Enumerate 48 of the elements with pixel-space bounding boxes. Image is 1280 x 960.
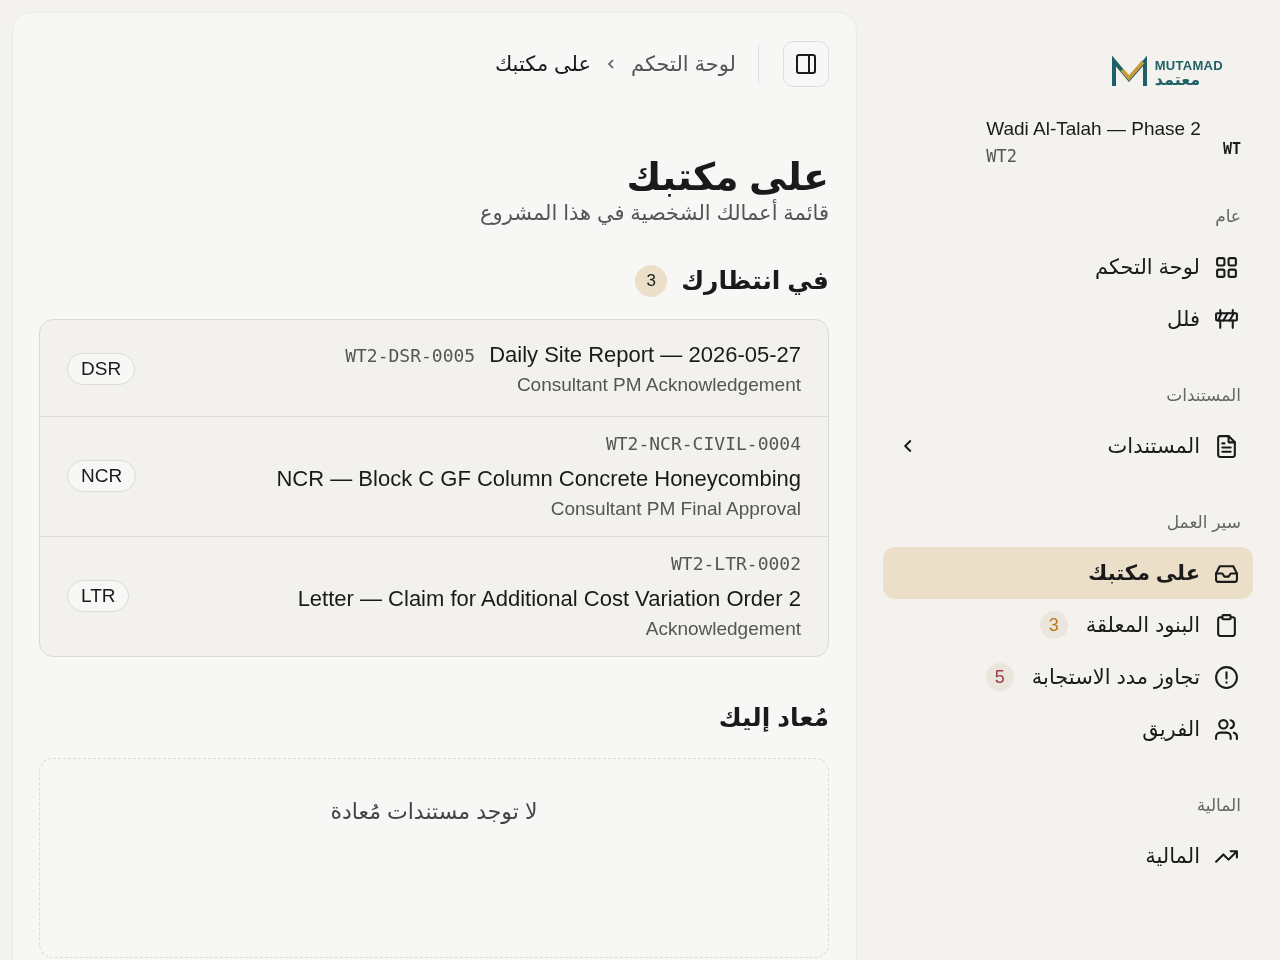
project-name[interactable]: Wadi Al-Talah — Phase 2 bbox=[986, 118, 1201, 140]
empty-state-title: لا توجد مستندات مُعادة bbox=[330, 798, 538, 826]
nav-item[interactable]: فلل bbox=[883, 293, 1253, 345]
nav-item[interactable]: المالية bbox=[883, 830, 1253, 882]
nav-section-heading: المالية bbox=[1195, 795, 1242, 816]
barrier-icon bbox=[1214, 306, 1239, 332]
task-row[interactable]: WT2-DSR-0005 Daily Site Report — 2026-05-27 Consultant PM Acknowledgement DSR bbox=[40, 319, 828, 416]
document-icon bbox=[1214, 433, 1239, 459]
nav-item[interactable]: على مكتبك bbox=[883, 547, 1253, 599]
sidebar-panel-icon bbox=[794, 52, 818, 76]
task-title: NCR — Block C GF Column Concrete Honeycombing bbox=[276, 465, 801, 492]
breadcrumb-item: على مكتبك bbox=[494, 52, 591, 76]
grid-icon bbox=[1214, 254, 1239, 280]
nav-section-heading: سير العمل bbox=[1165, 512, 1242, 533]
nav-section-heading: المستندات bbox=[1165, 385, 1242, 406]
nav-item[interactable]: الفريق bbox=[883, 703, 1253, 755]
sidebar-toggle-button[interactable] bbox=[783, 41, 829, 87]
count-badge: 5 bbox=[985, 663, 1014, 691]
section-title: في انتظارك bbox=[681, 266, 829, 296]
task-title: Daily Site Report — 2026-05-27 bbox=[489, 341, 801, 368]
document-type-tag: LTR bbox=[67, 580, 130, 613]
document-code: WT2-LTR-0002 bbox=[670, 552, 801, 574]
document-type-tag: DSR bbox=[67, 352, 136, 385]
document-code: WT2-DSR-0005 bbox=[345, 344, 476, 366]
section-title: مُعاد إليك bbox=[717, 702, 829, 732]
document-type-tag: NCR bbox=[67, 460, 137, 493]
nav-item[interactable]: المستندات bbox=[883, 420, 1253, 472]
count-badge: 3 bbox=[1039, 611, 1068, 639]
count-badge: 3 bbox=[635, 264, 668, 297]
page-subtitle: قائمة أعمالك الشخصية في هذا المشروع bbox=[478, 200, 829, 225]
task-title: Letter — Claim for Additional Cost Variation Order 2 bbox=[297, 585, 801, 612]
nav-item[interactable]: لوحة التحكم bbox=[883, 241, 1253, 293]
users-icon bbox=[1214, 716, 1239, 742]
nav-section-heading: عام bbox=[1214, 206, 1242, 227]
task-row[interactable]: WT2-NCR-CIVIL-0004 NCR — Block C GF Column Concrete Honeycombing Consultant PM Final Approval NCR bbox=[40, 415, 828, 536]
clipboard-icon bbox=[1214, 612, 1239, 638]
logo-wordmark: MUTAMAD bbox=[1154, 58, 1223, 72]
task-row[interactable]: WT2-LTR-0002 Letter — Claim for Additional Cost Variation Order 2 Acknowledgement LTR bbox=[40, 535, 828, 656]
page-title: على مكتبك bbox=[625, 155, 829, 199]
document-code: WT2-NCR-CIVIL-0004 bbox=[605, 432, 801, 454]
breadcrumb-item[interactable]: لوحة التحكم bbox=[630, 52, 736, 76]
workflow-step: Consultant PM Final Approval bbox=[550, 497, 801, 520]
alert-icon bbox=[1214, 664, 1239, 690]
project-code: WT2 bbox=[986, 146, 1017, 166]
workflow-step: Acknowledgement bbox=[645, 617, 801, 640]
project-initials: WT bbox=[1222, 140, 1241, 158]
logo-arabic-wordmark: معتمد bbox=[1154, 71, 1201, 88]
workflow-step: Consultant PM Acknowledgement bbox=[516, 373, 801, 396]
